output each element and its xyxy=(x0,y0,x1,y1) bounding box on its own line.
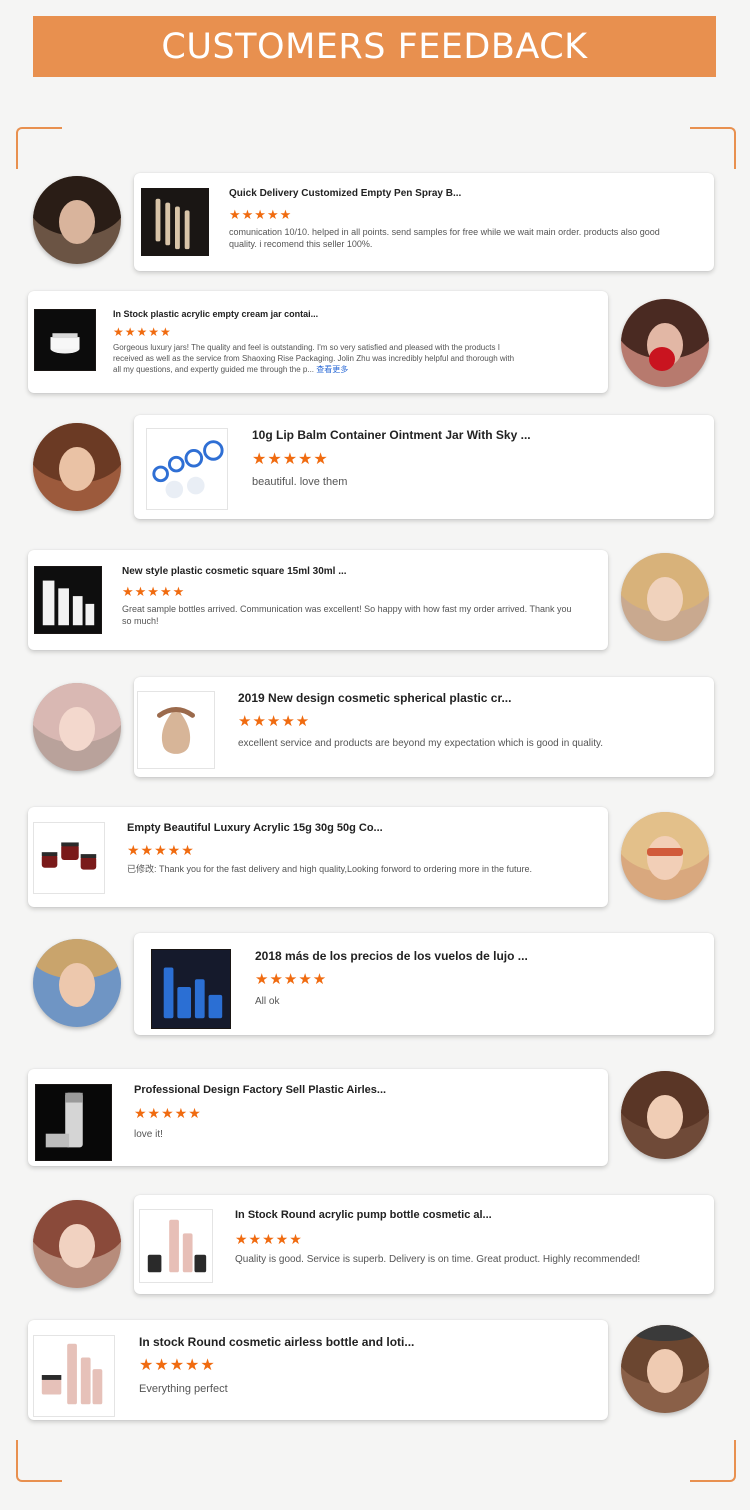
header-banner: CUSTOMERS FEEDBACK xyxy=(33,16,716,77)
review-card: In Stock plastic acrylic empty cream jar… xyxy=(28,291,608,393)
blue-bottles-icon xyxy=(151,949,231,1029)
airless-bottle-icon xyxy=(35,1084,112,1161)
reviewer-avatar xyxy=(621,299,709,387)
square-bottles-icon xyxy=(34,566,102,634)
pen-spray-bottles-icon xyxy=(141,188,209,256)
rating-stars: ★★★★★ xyxy=(235,1231,303,1247)
reviewer-avatar xyxy=(33,939,121,1027)
review-card: New style plastic cosmetic square 15ml 3… xyxy=(28,550,608,650)
review-comment: Great sample bottles arrived. Communicat… xyxy=(122,604,572,627)
review-comment: beautiful. love them xyxy=(252,476,348,488)
rating-stars: ★★★★★ xyxy=(255,971,328,988)
review-card: Professional Design Factory Sell Plastic… xyxy=(28,1069,608,1166)
acrylic-jars-icon xyxy=(33,822,105,894)
review-title[interactable]: Professional Design Factory Sell Plastic… xyxy=(134,1084,594,1096)
reviewer-avatar xyxy=(33,1200,121,1288)
corner-bracket-top-left xyxy=(16,127,62,169)
rating-stars: ★★★★★ xyxy=(252,451,329,468)
review-title[interactable]: Empty Beautiful Luxury Acrylic 15g 30g 5… xyxy=(127,822,597,834)
review-card: Quick Delivery Customized Empty Pen Spra… xyxy=(134,173,714,271)
review-comment-text: Gorgeous luxury jars! The quality and fe… xyxy=(113,343,515,374)
review-card: In Stock Round acrylic pump bottle cosme… xyxy=(134,1195,714,1294)
see-more-link[interactable]: 查看更多 xyxy=(316,365,348,374)
corner-bracket-top-right xyxy=(690,127,736,169)
reviewer-avatar xyxy=(621,1325,709,1413)
reviewer-avatar xyxy=(621,553,709,641)
review-title[interactable]: 2018 más de los precios de los vuelos de… xyxy=(255,949,705,963)
review-title[interactable]: 2019 New design cosmetic spherical plast… xyxy=(238,691,698,705)
rating-stars: ★★★★★ xyxy=(113,325,172,339)
review-title[interactable]: Quick Delivery Customized Empty Pen Spra… xyxy=(229,188,699,199)
review-comment: 已修改: Thank you for the fast delivery and… xyxy=(127,864,533,874)
review-title[interactable]: In Stock plastic acrylic empty cream jar… xyxy=(113,309,583,319)
reviewer-avatar xyxy=(621,812,709,900)
spherical-jar-icon xyxy=(137,691,215,769)
pink-pump-bottles-icon xyxy=(139,1209,213,1283)
review-comment: All ok xyxy=(255,996,280,1007)
rating-stars: ★★★★★ xyxy=(134,1105,202,1121)
reviewer-avatar xyxy=(33,683,121,771)
review-comment: love it! xyxy=(134,1129,163,1140)
review-comment: Quality is good. Service is superb. Deli… xyxy=(235,1254,641,1265)
review-card: 10g Lip Balm Container Ointment Jar With… xyxy=(134,415,714,519)
review-card: 2019 New design cosmetic spherical plast… xyxy=(134,677,714,777)
page-title: CUSTOMERS FEEDBACK xyxy=(161,26,588,67)
review-comment: Gorgeous luxury jars! The quality and fe… xyxy=(113,343,518,375)
review-comment: Everything perfect xyxy=(139,1383,228,1395)
review-title[interactable]: New style plastic cosmetic square 15ml 3… xyxy=(122,566,592,577)
review-card: In stock Round cosmetic airless bottle a… xyxy=(28,1320,608,1420)
review-comment: excellent service and products are beyon… xyxy=(238,738,604,749)
cream-jar-icon xyxy=(34,309,96,371)
review-title[interactable]: 10g Lip Balm Container Ointment Jar With… xyxy=(252,428,702,442)
rating-stars: ★★★★★ xyxy=(229,207,293,222)
review-card: Empty Beautiful Luxury Acrylic 15g 30g 5… xyxy=(28,807,608,907)
lip-balm-jars-icon xyxy=(146,428,228,510)
review-title[interactable]: In stock Round cosmetic airless bottle a… xyxy=(139,1335,594,1349)
rating-stars: ★★★★★ xyxy=(127,842,195,858)
reviewer-avatar xyxy=(33,176,121,264)
rating-stars: ★★★★★ xyxy=(139,1357,216,1374)
review-comment: comunication 10/10. helped in all points… xyxy=(229,227,660,250)
rating-stars: ★★★★★ xyxy=(238,713,311,730)
reviewer-avatar xyxy=(621,1071,709,1159)
rating-stars: ★★★★★ xyxy=(122,584,186,599)
corner-bracket-bottom-left xyxy=(16,1440,62,1482)
corner-bracket-bottom-right xyxy=(690,1440,736,1482)
reviewer-avatar xyxy=(33,423,121,511)
review-title[interactable]: In Stock Round acrylic pump bottle cosme… xyxy=(235,1209,700,1221)
pink-airless-bottles-icon xyxy=(33,1335,115,1417)
review-card: 2018 más de los precios de los vuelos de… xyxy=(134,933,714,1035)
